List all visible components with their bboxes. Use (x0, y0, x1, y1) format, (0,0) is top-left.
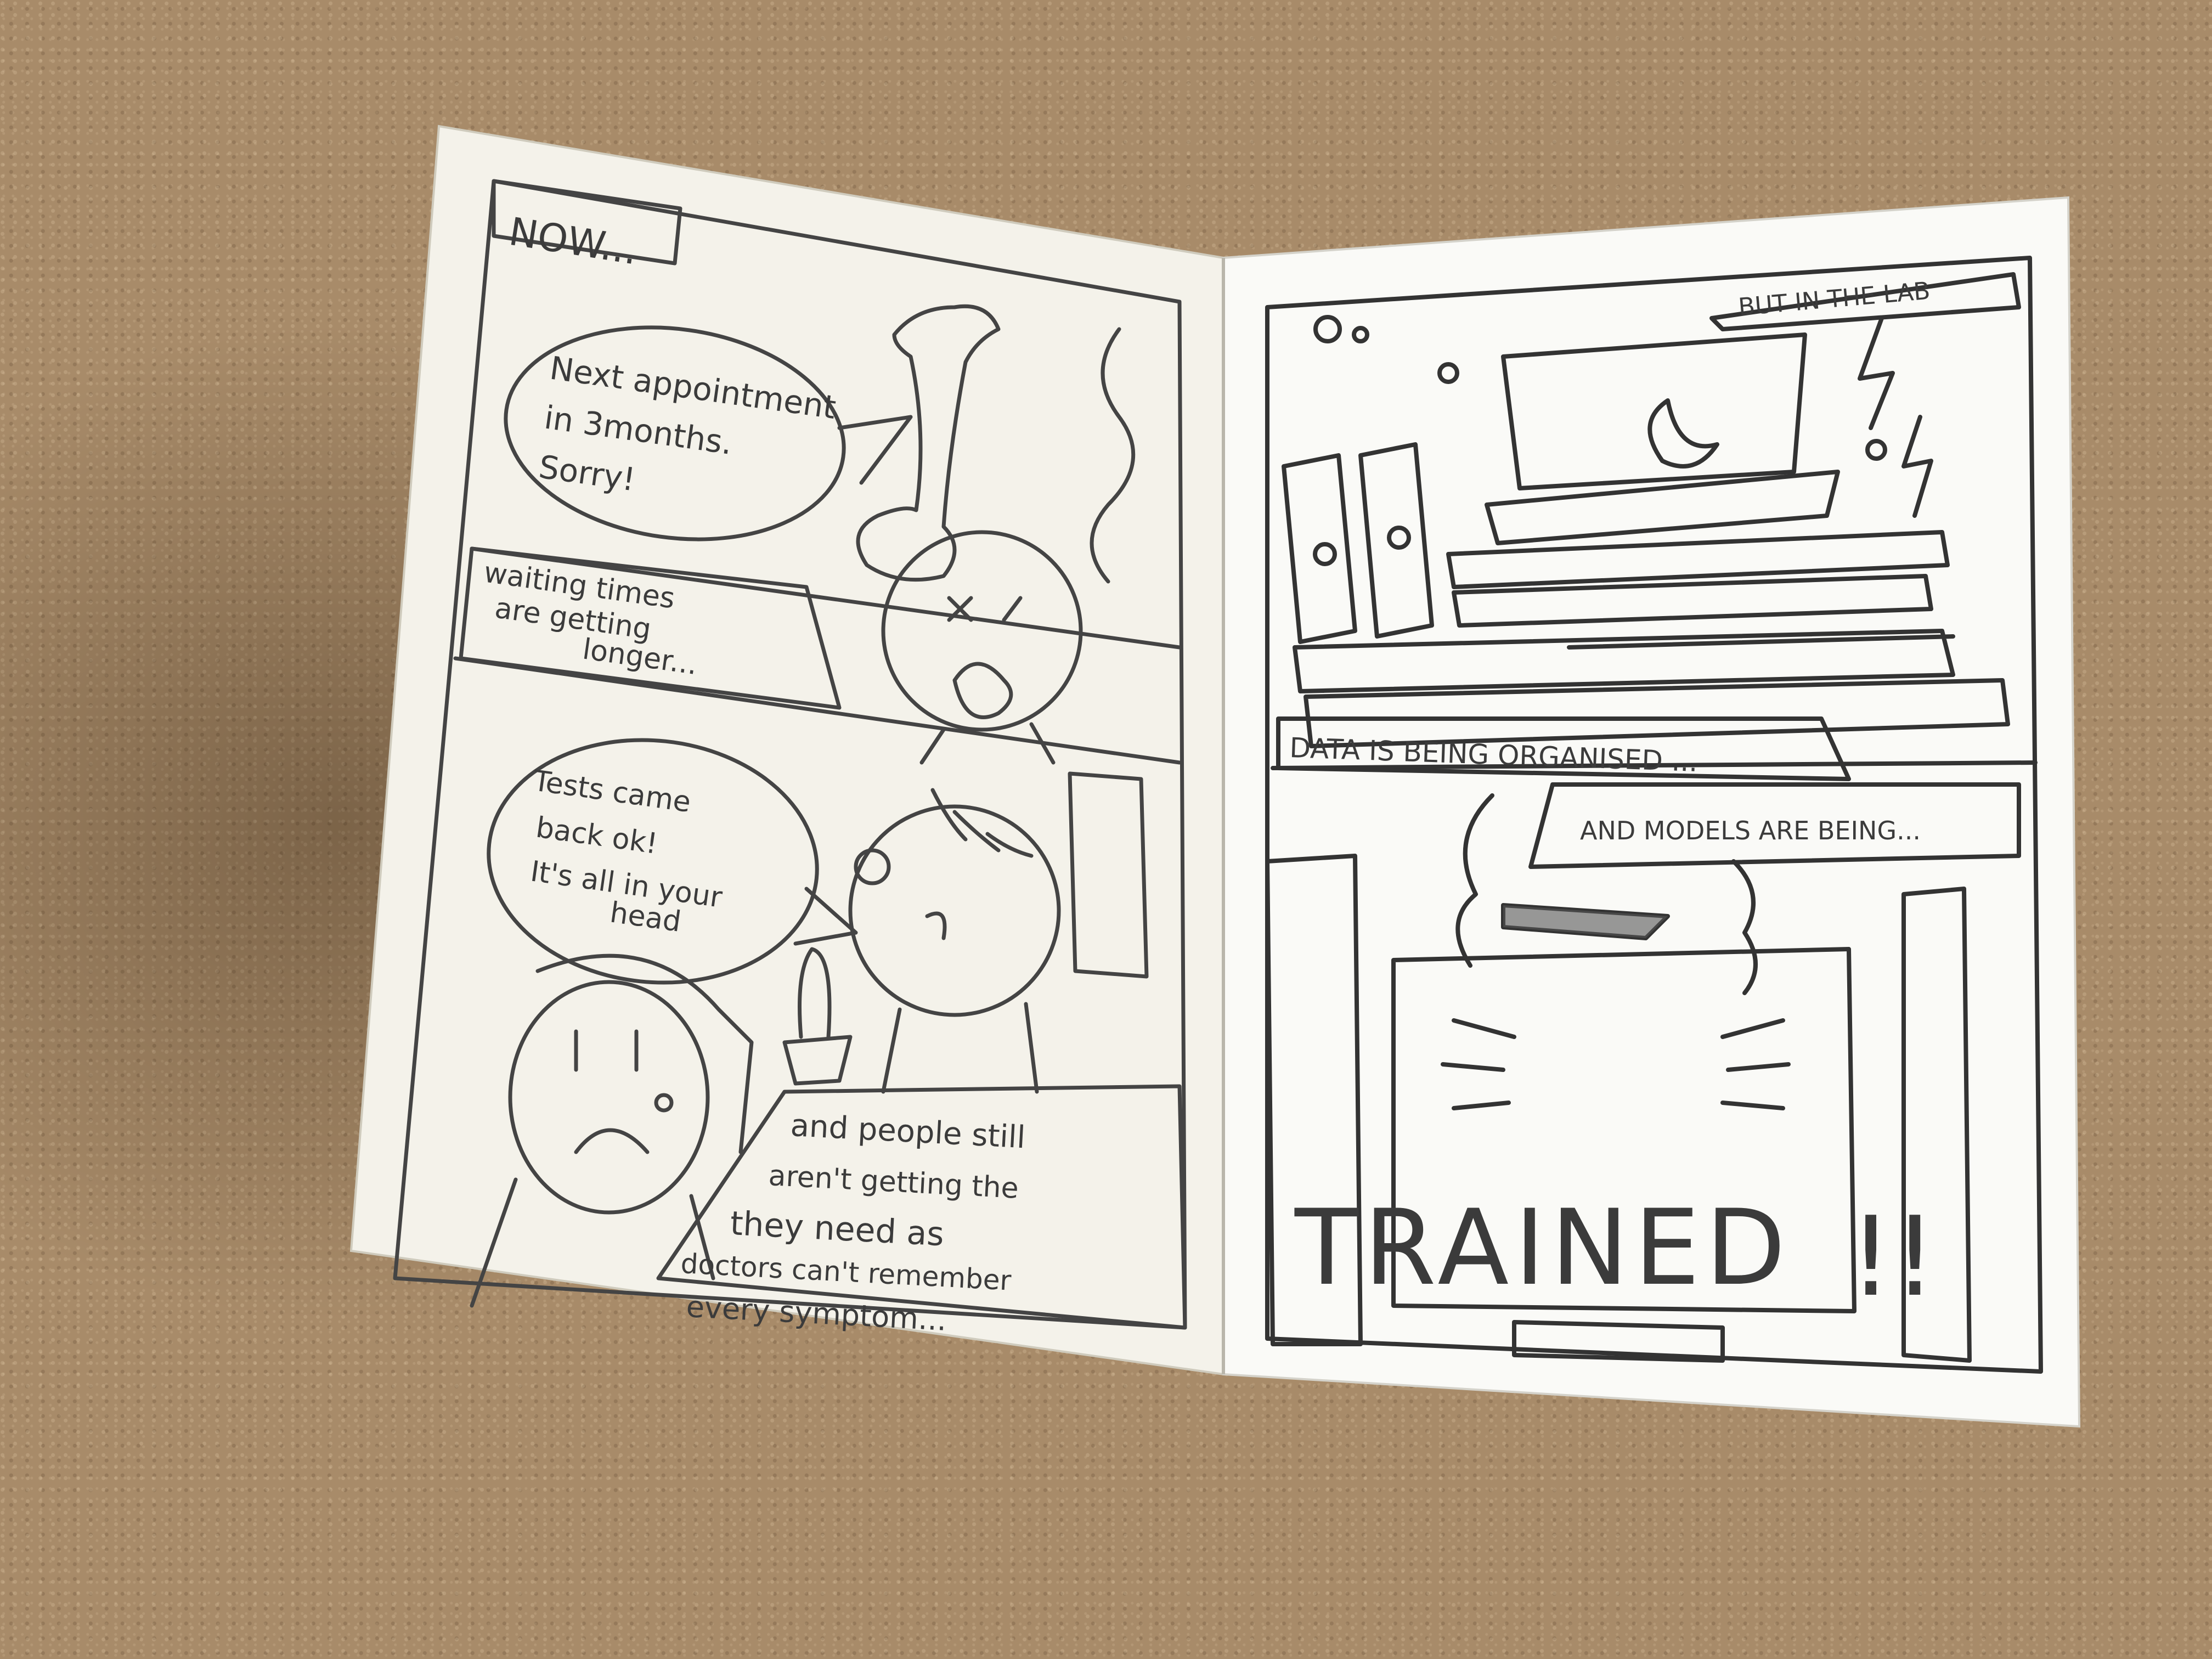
trained-text: TRAINED (1294, 1187, 1791, 1308)
comic-booklet: NOW... Next appointment in 3months. Sorr… (349, 125, 2081, 1428)
exclaim-text: !! (1849, 1193, 1937, 1321)
caption-models: AND MODELS ARE BEING... (1580, 816, 1921, 845)
